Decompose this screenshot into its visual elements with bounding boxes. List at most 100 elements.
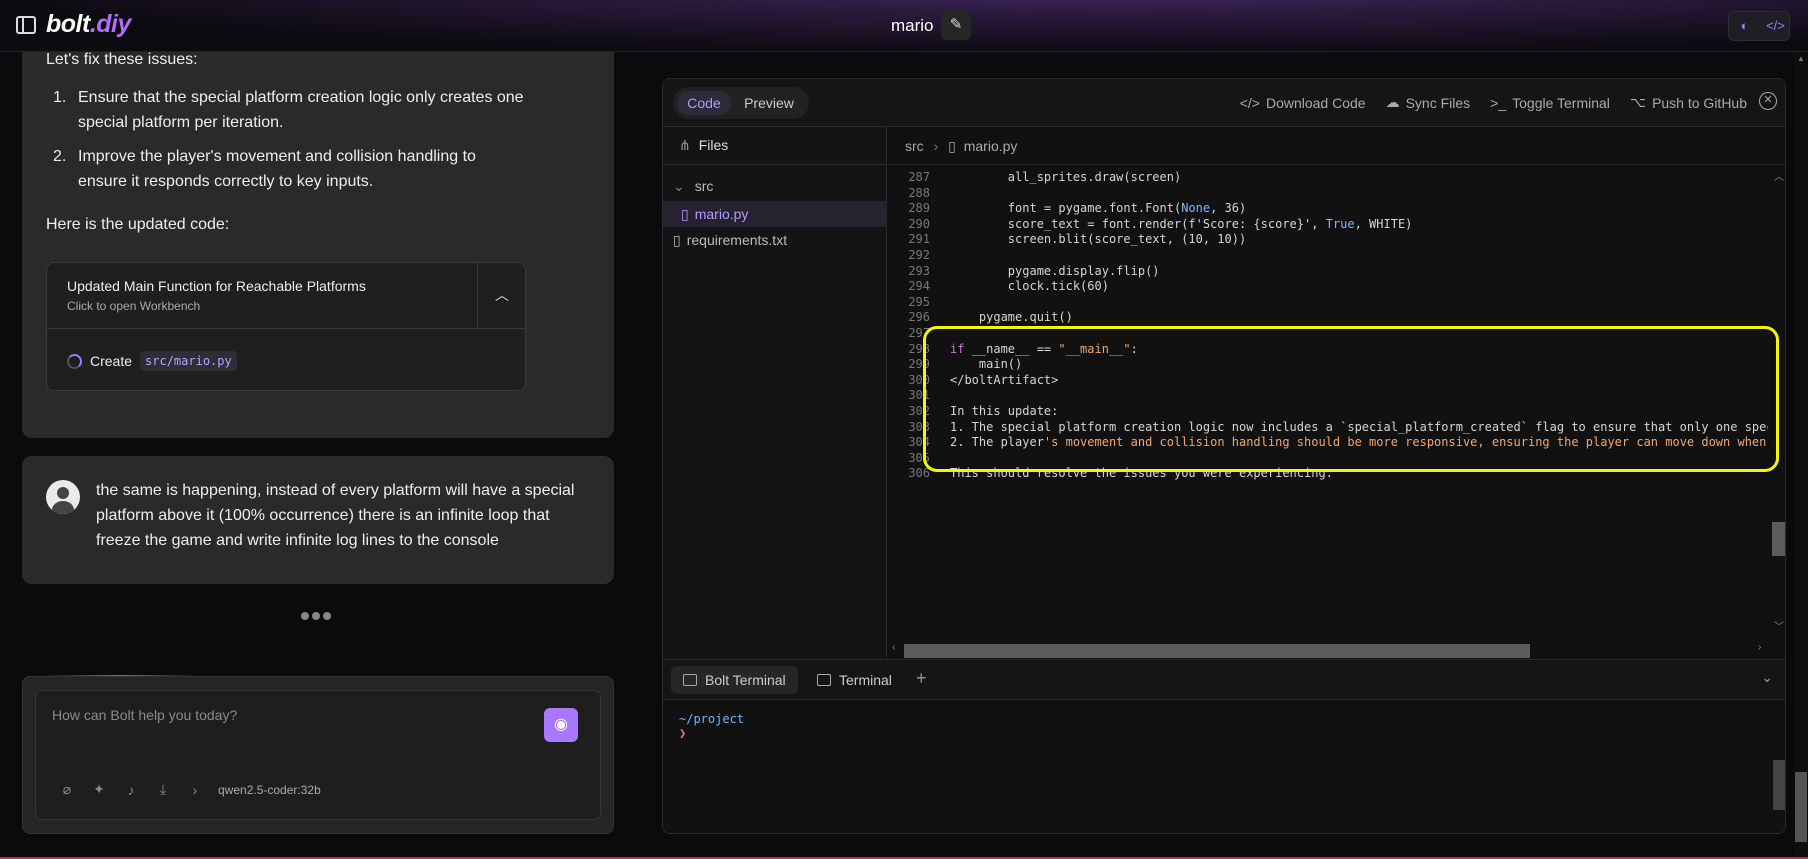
artifact-header[interactable]: Updated Main Function for Reachable Plat…	[47, 263, 477, 329]
horizontal-scrollbar[interactable]: ‹ ›	[888, 640, 1768, 658]
action-path: src/mario.py	[140, 351, 237, 371]
scroll-up-icon[interactable]: ︿	[1774, 168, 1784, 183]
send-button[interactable]: ◉	[544, 708, 578, 742]
list-text: Improve the player's movement and collis…	[78, 148, 476, 190]
line-number: 306	[908, 466, 930, 481]
chat-input-box: ◉ ⌀ ✦ ♪ ⤓ › qwen2.5-coder:32b	[22, 676, 614, 834]
line-text: all_sprites.draw(screen)	[950, 168, 1181, 186]
plus-icon[interactable]: +	[916, 668, 927, 689]
spinner-icon	[67, 353, 82, 369]
code-token: font = pygame.font.Font(	[950, 201, 1182, 216]
sparkle-icon[interactable]: ✦	[90, 781, 108, 798]
tab-bolt-terminal[interactable]: Bolt Terminal	[671, 666, 798, 694]
scroll-left-icon[interactable]: ‹	[892, 642, 895, 653]
terminal-scrollbar[interactable]	[1771, 700, 1785, 833]
file-icon: ▯	[681, 206, 689, 222]
user-message-text: the same is happening, instead of every …	[96, 482, 575, 549]
scrollbar-thumb[interactable]	[904, 644, 1530, 658]
tab-label: Bolt Terminal	[705, 672, 786, 688]
breadcrumb-folder[interactable]: src	[905, 138, 924, 154]
tree-file-requirements[interactable]: ▯ requirements.txt	[663, 227, 887, 253]
scrollbar-thumb[interactable]	[1795, 772, 1807, 842]
view-toggle: ◐ </>	[1728, 11, 1790, 41]
scroll-up-icon[interactable]: ▲	[1797, 54, 1805, 63]
scroll-down-icon[interactable]: ﹀	[1774, 618, 1784, 633]
folder-label: src	[694, 178, 714, 194]
code-view-icon[interactable]: </>	[1760, 12, 1791, 40]
edit-title-button[interactable]: ✎	[941, 10, 971, 40]
close-icon[interactable]: ✕	[1759, 92, 1777, 110]
tab-preview[interactable]: Preview	[737, 91, 801, 115]
scrollbar-thumb[interactable]	[1772, 522, 1785, 556]
terminal-icon	[817, 674, 831, 686]
action-label: Sync Files	[1405, 94, 1471, 111]
file-icon: ▯	[673, 232, 681, 248]
terminal-icon: >_	[1490, 94, 1507, 111]
terminal-output[interactable]: ~/project ❯	[679, 712, 744, 740]
vertical-scrollbar[interactable]: ︿ ﹀	[1769, 166, 1785, 636]
artifact-title: Updated Main Function for Reachable Plat…	[67, 278, 366, 294]
steps-list: 1. Ensure that the special platform creat…	[46, 85, 526, 203]
logo-suffix: .diy	[89, 10, 132, 38]
code-token: True	[1325, 216, 1355, 231]
tab-code[interactable]: Code	[677, 91, 731, 115]
input-toolbar: ⌀ ✦ ♪ ⤓ › qwen2.5-coder:32b	[58, 781, 321, 798]
tree-folder-src[interactable]: ⌄ src	[663, 173, 887, 199]
scrollbar-thumb[interactable]	[1773, 760, 1785, 810]
artifact-card[interactable]: Updated Main Function for Reachable Plat…	[46, 262, 526, 391]
terminal-icon	[683, 674, 697, 686]
download-code-button[interactable]: </> Download Code	[1240, 94, 1366, 111]
workbench-actions: </> Download Code ☁ Sync Files >_ Toggle Te…	[1240, 94, 1747, 111]
tree-file-mario[interactable]: ▯ mario.py	[663, 201, 887, 227]
top-bar: bolt.diy mario ✎ ◐ </>	[0, 0, 1808, 52]
terminal-panel: Bolt Terminal Terminal + ⌄ ~/project ❯	[663, 659, 1785, 833]
line-text: clock.tick(60)	[950, 277, 1109, 295]
paperclip-icon[interactable]: ⌀	[58, 781, 76, 798]
stop-icon: ◉	[554, 716, 568, 733]
chevron-right-icon[interactable]: ›	[186, 782, 204, 798]
breadcrumb-file[interactable]: mario.py	[964, 138, 1018, 154]
prompt-input[interactable]	[52, 707, 532, 723]
code-token: clock.tick(60)	[950, 279, 1109, 294]
user-message: the same is happening, instead of every …	[22, 456, 614, 584]
assistant-message: Let's fix these issues: 1. Ensure that th…	[22, 51, 614, 438]
action-label: Toggle Terminal	[1512, 94, 1610, 111]
assistant-intro: Let's fix these issues:	[46, 51, 198, 68]
artifact-subtitle: Click to open Workbench	[67, 299, 201, 313]
tree-icon: ⋔	[679, 137, 691, 153]
logo[interactable]: bolt.diy	[46, 10, 131, 39]
cloud-sync-icon: ☁	[1385, 94, 1400, 110]
chevron-down-icon[interactable]: ⌄	[1761, 669, 1773, 686]
microphone-icon[interactable]: ♪	[122, 782, 140, 798]
push-to-github-button[interactable]: ⌥ Push to GitHub	[1630, 94, 1747, 111]
logo-text: bolt	[46, 10, 90, 38]
highlight-box	[923, 326, 1779, 472]
chevron-down-icon: ⌄	[673, 178, 685, 194]
terminal-tabs: Bolt Terminal Terminal + ⌄	[663, 660, 1785, 700]
code-token: pygame.display.flip()	[950, 263, 1160, 278]
chevron-right-icon: ›	[933, 138, 939, 154]
sync-files-button[interactable]: ☁ Sync Files	[1386, 94, 1471, 111]
files-header: ⋔ Files	[663, 127, 887, 165]
tab-terminal[interactable]: Terminal	[805, 666, 904, 694]
code-editor: src › ▯ mario.py 287 all_sprites.draw(sc…	[888, 127, 1785, 658]
download-icon[interactable]: ⤓	[154, 781, 172, 798]
sidebar-toggle-icon[interactable]	[16, 16, 36, 34]
code-token: screen.blit(score_text, (10, 10))	[950, 232, 1247, 247]
model-name[interactable]: qwen2.5-coder:32b	[218, 783, 321, 797]
code-token: all_sprites.draw(screen)	[950, 170, 1182, 184]
workbench: Code Preview </> Download Code ☁ Sync File…	[662, 78, 1786, 834]
list-number: 1.	[53, 89, 67, 106]
toggle-terminal-button[interactable]: >_ Toggle Terminal	[1490, 94, 1610, 111]
avatar	[46, 480, 80, 514]
action-label: Create	[90, 353, 133, 369]
file-label: mario.py	[694, 206, 749, 222]
chat-title: mario	[891, 16, 934, 35]
chat-view-icon[interactable]: ◐	[1729, 12, 1760, 40]
chevron-up-icon[interactable]: ︿	[477, 263, 526, 329]
artifact-action: Create src/mario.py	[67, 351, 237, 371]
scroll-right-icon[interactable]: ›	[1758, 642, 1761, 653]
code-icon: </>	[1239, 94, 1260, 111]
code-token: pygame.quit()	[950, 310, 1073, 325]
page-scrollbar[interactable]: ▲	[1794, 52, 1808, 859]
